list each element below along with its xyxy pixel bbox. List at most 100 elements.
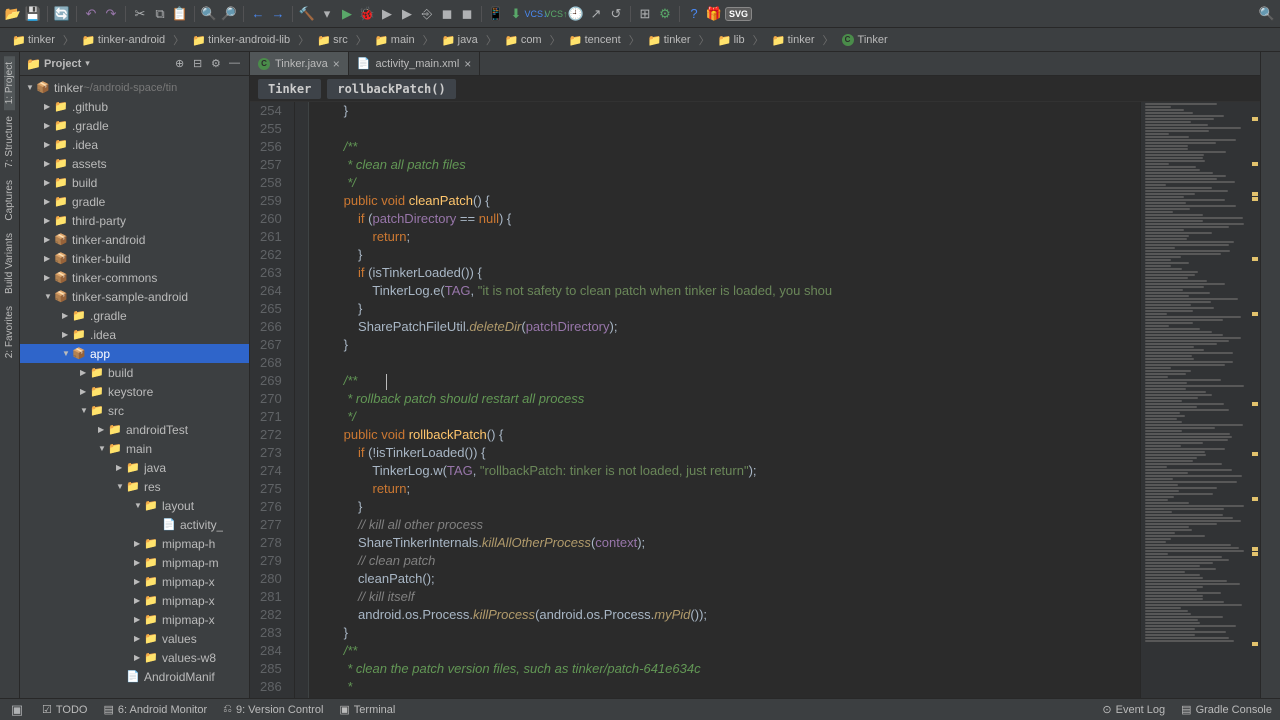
- tool-window-button[interactable]: Build Variants: [4, 227, 15, 300]
- tree-arrow-icon[interactable]: ▶: [80, 387, 90, 396]
- sdk-icon[interactable]: ⬇: [507, 5, 525, 23]
- code-line[interactable]: }: [315, 300, 1140, 318]
- tree-node[interactable]: ▶📁third-party: [20, 211, 249, 230]
- code-line[interactable]: if (!isTinkerLoaded()) {: [315, 444, 1140, 462]
- code-line[interactable]: * clean the patch version files, such as…: [315, 660, 1140, 678]
- tree-node[interactable]: ▶📦tinker-commons: [20, 268, 249, 287]
- tree-arrow-icon[interactable]: ▼: [98, 444, 108, 453]
- vcs-push-icon[interactable]: ↗: [587, 5, 605, 23]
- tree-node[interactable]: 📄AndroidManif: [20, 667, 249, 686]
- code-line[interactable]: TinkerLog.e(TAG, "it is not safety to cl…: [315, 282, 1140, 300]
- tree-node[interactable]: ▼📁res: [20, 477, 249, 496]
- tool-window-button[interactable]: ▤Gradle Console: [1181, 703, 1272, 716]
- build-icon[interactable]: 🔨: [298, 5, 316, 23]
- code-line[interactable]: /**: [315, 138, 1140, 156]
- stop-icon[interactable]: ◼: [438, 5, 456, 23]
- tree-node[interactable]: ▼📦tinker ~/android-space/tin: [20, 78, 249, 97]
- code-line[interactable]: * clean all patch files: [315, 156, 1140, 174]
- open-icon[interactable]: 📂: [4, 5, 22, 23]
- tree-node[interactable]: ▶📁keystore: [20, 382, 249, 401]
- code-line[interactable]: return;: [315, 480, 1140, 498]
- breadcrumb-item[interactable]: 📁tinker: [768, 32, 819, 48]
- close-icon[interactable]: ×: [464, 57, 471, 71]
- code-line[interactable]: */: [315, 174, 1140, 192]
- code-line[interactable]: public void rollbackPatch() {: [315, 426, 1140, 444]
- sync-icon[interactable]: 🔄: [53, 5, 71, 23]
- tree-node[interactable]: ▶📁values-w8: [20, 648, 249, 667]
- code-line[interactable]: TinkerLog.w(TAG, "rollbackPatch: tinker …: [315, 462, 1140, 480]
- attach-icon[interactable]: ⎆: [418, 5, 436, 23]
- breadcrumb-item[interactable]: 📁lib: [714, 32, 749, 48]
- back-icon[interactable]: ←: [249, 5, 267, 23]
- tree-node[interactable]: ▶📁mipmap-m: [20, 553, 249, 572]
- tree-node[interactable]: ▶📁mipmap-h: [20, 534, 249, 553]
- layout-icon[interactable]: ⊞: [636, 5, 654, 23]
- breadcrumb-item[interactable]: 📁tinker-android-lib: [188, 32, 294, 48]
- forward-icon[interactable]: →: [269, 5, 287, 23]
- run-icon[interactable]: ▶: [338, 5, 356, 23]
- tree-node[interactable]: 📄activity_: [20, 515, 249, 534]
- nav-class[interactable]: Tinker: [258, 79, 321, 99]
- tree-node[interactable]: ▶📁mipmap-x: [20, 591, 249, 610]
- code-line[interactable]: if (patchDirectory == null) {: [315, 210, 1140, 228]
- tree-node[interactable]: ▼📁src: [20, 401, 249, 420]
- tree-arrow-icon[interactable]: ▼: [26, 83, 36, 92]
- vcs-commit-icon[interactable]: VCS↑: [547, 5, 565, 23]
- breadcrumb-item[interactable]: CTinker: [838, 32, 892, 48]
- code-line[interactable]: }: [315, 336, 1140, 354]
- tree-node[interactable]: ▶📁.gradle: [20, 306, 249, 325]
- code-line[interactable]: /**: [315, 642, 1140, 660]
- breadcrumb-item[interactable]: 📁tinker: [644, 32, 695, 48]
- tree-arrow-icon[interactable]: ▶: [62, 311, 72, 320]
- tool-window-button[interactable]: 7: Structure: [4, 110, 15, 174]
- tree-arrow-icon[interactable]: ▶: [44, 197, 54, 206]
- code-line[interactable]: /**: [315, 372, 1140, 390]
- vcs-update-icon[interactable]: VCS↓: [527, 5, 545, 23]
- tree-arrow-icon[interactable]: ▶: [44, 235, 54, 244]
- tree-node[interactable]: ▶📦tinker-build: [20, 249, 249, 268]
- tree-arrow-icon[interactable]: ▼: [134, 501, 144, 510]
- tree-arrow-icon[interactable]: ▼: [62, 349, 72, 358]
- tool-window-button[interactable]: 1: Project: [4, 56, 15, 110]
- tree-node[interactable]: ▶📁gradle: [20, 192, 249, 211]
- tree-arrow-icon[interactable]: ▶: [134, 558, 144, 567]
- code-line[interactable]: *: [315, 678, 1140, 696]
- find-icon[interactable]: 🔍: [200, 5, 218, 23]
- tree-node[interactable]: ▶📁.idea: [20, 325, 249, 344]
- undo-icon[interactable]: ↶: [82, 5, 100, 23]
- stop2-icon[interactable]: ◼: [458, 5, 476, 23]
- code-line[interactable]: SharePatchFileUtil.deleteDir(patchDirect…: [315, 318, 1140, 336]
- tree-arrow-icon[interactable]: ▶: [134, 634, 144, 643]
- tree-arrow-icon[interactable]: ▼: [44, 292, 54, 301]
- code-line[interactable]: // clean patch: [315, 552, 1140, 570]
- rewards-icon[interactable]: 🎁: [705, 5, 723, 23]
- code-line[interactable]: public void cleanPatch() {: [315, 192, 1140, 210]
- tree-arrow-icon[interactable]: ▶: [44, 140, 54, 149]
- tree-node[interactable]: ▶📁build: [20, 363, 249, 382]
- tree-node[interactable]: ▼📦app: [20, 344, 249, 363]
- tool-window-button[interactable]: ▤6: Android Monitor: [103, 703, 207, 716]
- tool-windows-icon[interactable]: ▣: [8, 701, 26, 719]
- code-line[interactable]: }: [315, 498, 1140, 516]
- editor-tab[interactable]: CTinker.java×: [250, 52, 349, 75]
- code-line[interactable]: android.os.Process.killProcess(android.o…: [315, 606, 1140, 624]
- tree-node[interactable]: ▼📁main: [20, 439, 249, 458]
- run-config-dropdown[interactable]: ▾: [318, 5, 336, 23]
- code-line[interactable]: // kill itself: [315, 588, 1140, 606]
- tree-arrow-icon[interactable]: ▶: [134, 596, 144, 605]
- collapse-icon[interactable]: ⊟: [193, 57, 207, 71]
- tree-arrow-icon[interactable]: ▶: [44, 121, 54, 130]
- tree-arrow-icon[interactable]: ▶: [116, 463, 126, 472]
- settings-icon[interactable]: ⚙: [211, 57, 225, 71]
- copy-icon[interactable]: ⧉: [151, 5, 169, 23]
- tree-arrow-icon[interactable]: ▶: [134, 539, 144, 548]
- structure-icon[interactable]: ⚙: [656, 5, 674, 23]
- code-line[interactable]: }: [315, 246, 1140, 264]
- profile-icon[interactable]: ▶: [398, 5, 416, 23]
- tool-window-button[interactable]: ⊙Event Log: [1102, 703, 1165, 716]
- project-tree[interactable]: ▼📦tinker ~/android-space/tin▶📁.github▶📁.…: [20, 76, 249, 698]
- minimap[interactable]: [1140, 102, 1260, 698]
- cut-icon[interactable]: ✂: [131, 5, 149, 23]
- breadcrumb-item[interactable]: 📁tinker: [8, 32, 59, 48]
- fold-gutter[interactable]: [295, 102, 309, 698]
